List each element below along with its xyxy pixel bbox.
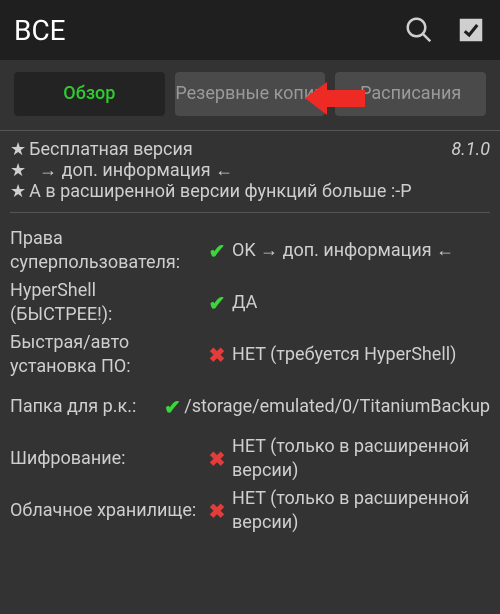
info-line-2[interactable]: ★ → доп. информация ← xyxy=(10,160,490,181)
row-label: Права суперпользователя: xyxy=(10,227,202,274)
app-title: ВСЕ xyxy=(14,14,404,47)
row-value: НЕТ (требуется HyperShell) xyxy=(232,343,490,366)
info-text: Бесплатная версия xyxy=(29,139,193,160)
row-encryption[interactable]: Шифрование: ✖ НЕТ (только в расширенной … xyxy=(10,433,490,485)
info-line-1: ★ Бесплатная версия 8.1.0 xyxy=(10,139,490,160)
row-label: Шифрование: xyxy=(10,447,202,470)
row-folder[interactable]: Папка для р.к.: ✔ /storage/emulated/0/Ti… xyxy=(10,381,490,433)
divider xyxy=(0,130,500,131)
row-label: Папка для р.к.: xyxy=(10,395,161,418)
topbar: ВСЕ xyxy=(0,0,500,60)
cross-icon: ✖ xyxy=(202,447,232,471)
row-value: /storage/emulated/0/TitaniumBackup xyxy=(184,395,490,418)
row-value: НЕТ (только в расширенной версии) xyxy=(232,435,490,482)
search-icon[interactable] xyxy=(404,15,434,45)
select-all-icon[interactable] xyxy=(456,15,486,45)
row-value: OK → доп. информация ← xyxy=(232,239,490,262)
cross-icon: ✖ xyxy=(202,343,232,367)
row-label: Быстрая/авто установка ПО: xyxy=(10,331,202,378)
row-root[interactable]: Права суперпользователя: ✔ OK → доп. инф… xyxy=(10,225,490,277)
info-text: → доп. информация ← xyxy=(39,160,233,181)
tab-backups[interactable]: Резервные копии xyxy=(175,72,326,116)
status-rows: Права суперпользователя: ✔ OK → доп. инф… xyxy=(10,225,490,537)
tabs: Обзор Резервные копии Расписания xyxy=(0,60,500,126)
star-icon: ★ xyxy=(10,160,26,181)
check-icon: ✔ xyxy=(202,239,232,263)
divider xyxy=(10,212,490,213)
row-label: HyperShell (БЫСТРЕЕ!): xyxy=(10,279,202,326)
topbar-actions xyxy=(404,15,486,45)
star-icon: ★ xyxy=(10,139,26,160)
row-value: ДА xyxy=(232,291,490,314)
cross-icon: ✖ xyxy=(202,499,232,523)
app-version: 8.1.0 xyxy=(451,139,490,160)
content: ★ Бесплатная версия 8.1.0 ★ → доп. инфор… xyxy=(0,135,500,537)
row-cloud[interactable]: Облачное хранилище: ✖ НЕТ (только в расш… xyxy=(10,485,490,537)
info-line-3: ★ А в расширенной версии функций больше … xyxy=(10,181,490,202)
row-hypershell[interactable]: HyperShell (БЫСТРЕЕ!): ✔ ДА xyxy=(10,277,490,329)
annotation-arrow-icon xyxy=(305,82,365,115)
star-icon: ★ xyxy=(10,181,26,202)
row-value: НЕТ (только в расширенной версии) xyxy=(232,487,490,534)
row-label: Облачное хранилище: xyxy=(10,499,202,522)
check-icon: ✔ xyxy=(161,395,185,419)
check-icon: ✔ xyxy=(202,291,232,315)
info-text: А в расширенной версии функций больше :-… xyxy=(29,181,411,202)
row-fastinstall[interactable]: Быстрая/авто установка ПО: ✖ НЕТ (требуе… xyxy=(10,329,490,381)
tab-overview[interactable]: Обзор xyxy=(14,72,165,116)
